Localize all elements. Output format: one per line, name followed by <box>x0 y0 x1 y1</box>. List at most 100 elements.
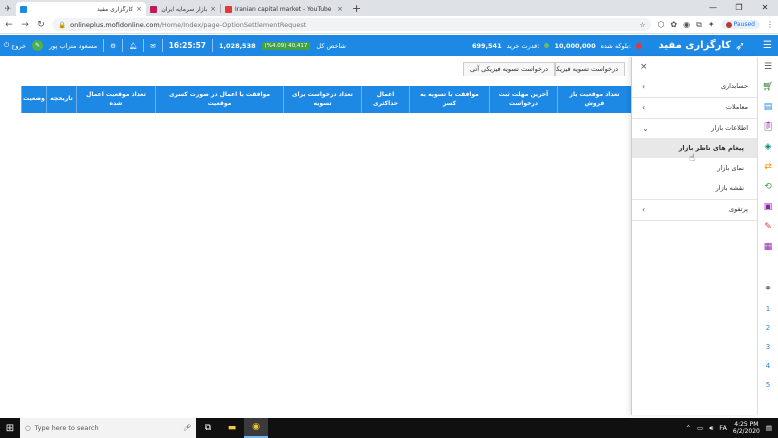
menu-item-label: پرتفوی <box>729 205 748 213</box>
mofid-favicon-icon <box>20 5 27 13</box>
watchlist-number[interactable]: 4 <box>758 356 778 375</box>
browser-tab-mofid[interactable]: کارگزاری مفید × <box>16 2 146 16</box>
pencil-icon[interactable]: ✎ <box>758 217 778 237</box>
column-header[interactable]: موافقت با تسویه به کسر <box>409 86 489 113</box>
close-panel-icon[interactable]: × <box>640 62 648 72</box>
mail-icon[interactable]: ✉ <box>150 42 155 50</box>
close-tab-icon[interactable]: × <box>337 5 343 13</box>
divider <box>632 220 758 221</box>
profile-paused-button[interactable]: Paused <box>720 20 760 29</box>
column-header[interactable]: تعداد موقعیت باز فروش <box>557 86 631 113</box>
menu-icon[interactable]: ☰ <box>758 57 778 77</box>
tag-icon[interactable]: ◈ <box>758 137 778 157</box>
extension-icon[interactable]: ⬡ <box>657 20 664 29</box>
settings-icon[interactable]: ⚙ <box>110 42 116 50</box>
brand-name: کارگزاری مفید <box>658 40 731 51</box>
exit-button[interactable]: ⏻ خروج <box>4 41 26 50</box>
hamburger-menu-icon[interactable]: ☰ <box>763 40 772 51</box>
menu-item-market-map[interactable]: نقشه بازار <box>632 178 758 198</box>
network-icon[interactable]: ▭ <box>697 424 703 432</box>
divider <box>143 39 145 52</box>
clipboard-icon[interactable]: 📋︎ <box>758 117 778 137</box>
index-change-badge: (%4.09) 40,417 <box>261 41 311 50</box>
chevron-down-icon: ⌄ <box>642 123 649 133</box>
new-tab-button[interactable]: + <box>347 2 366 16</box>
divider <box>122 39 123 52</box>
taskbar-search[interactable]: ○ Type here to search 🎤︎ <box>20 418 196 438</box>
extension-icon[interactable]: ⧉ <box>696 20 702 30</box>
menu-item-market-info[interactable]: ⌄ اطلاعات بازار <box>632 118 758 138</box>
tray-chevron-icon[interactable]: ⌃ <box>686 424 691 432</box>
edit-profile-icon[interactable]: ✎ <box>32 40 44 51</box>
column-header[interactable]: موافقت با اعمال در صورت کسری موقعیت <box>155 86 283 113</box>
taskbar-clock[interactable]: 4:25 PM 6/2/2020 <box>733 421 760 436</box>
grid-icon[interactable]: ▦ <box>758 237 778 257</box>
reload-icon[interactable]: ↻ <box>36 20 46 30</box>
microphone-icon[interactable]: 🎤︎ <box>183 424 191 432</box>
windows-start-icon[interactable]: ⊞ <box>0 423 20 434</box>
buying-power-label: قدرت خرید: <box>506 41 540 50</box>
url-host: onlineplus.mofidonline.com <box>70 20 160 29</box>
lock-icon: 🔒 <box>58 20 67 29</box>
menu-item-label: اطلاعات بازار <box>711 124 748 132</box>
tab-title: Iranian capital market - YouTube <box>235 5 332 13</box>
forward-icon[interactable]: → <box>20 20 30 30</box>
column-header[interactable]: اعمال حداکثری <box>361 86 409 113</box>
close-tab-icon[interactable]: × <box>210 5 216 13</box>
column-header[interactable]: آخرین مهلت ثبت درخواست <box>489 86 557 113</box>
back-icon[interactable]: ← <box>4 20 14 30</box>
window-controls: — ❐ ✕ <box>700 0 778 16</box>
column-header[interactable]: تعداد درخواست برای تسویه <box>283 86 361 113</box>
volume-icon[interactable]: 🔊︎ <box>709 424 713 433</box>
link-icon[interactable]: ⚭ <box>758 279 778 299</box>
chrome-icon[interactable]: ◉ <box>244 418 268 438</box>
file-explorer-icon[interactable]: ▬ <box>220 418 244 438</box>
message-icon[interactable]: ▣ <box>758 197 778 217</box>
clock-time: 4:25 PM <box>734 420 759 428</box>
menu-item-label: نمای بازار <box>717 164 744 172</box>
language-indicator[interactable]: FA <box>719 424 727 432</box>
watchlist-number[interactable]: 5 <box>758 375 778 394</box>
mouse-pointer-icon: ☝ <box>689 153 696 164</box>
exit-label: خروج <box>11 41 27 50</box>
extension-icon[interactable]: ◉ <box>683 20 690 29</box>
browser-tab-bourse[interactable]: بازار سرمایه ایران × <box>146 2 220 16</box>
index-label: شاخص کل <box>316 41 346 50</box>
watchlist-number[interactable]: 1 <box>758 299 778 318</box>
menu-item-label: حسابداری <box>720 82 748 90</box>
tab-options-settlement[interactable]: درخواست تسویه فیزیکی اختیار <box>555 62 626 76</box>
settlement-table-header: تعداد موقعیت باز فروش آخرین مهلت ثبت درخ… <box>21 86 631 113</box>
maximize-icon[interactable]: ❐ <box>726 0 752 16</box>
minimize-icon[interactable]: — <box>700 0 726 16</box>
cart-icon[interactable]: 🛒︎ <box>758 77 778 97</box>
right-icon-rail: ☰ 🛒︎ ▤ 📋︎ ◈ ⇄ ⟲ ▣ ✎ ▦ ⚭ 1 2 3 4 5 <box>757 57 778 415</box>
tab-futures-settlement[interactable]: درخواست تسویه فیزیکی آتی <box>463 62 556 76</box>
extension-icon[interactable]: ✿ <box>670 20 677 29</box>
watchlist-number[interactable]: 3 <box>758 337 778 356</box>
shuffle-icon[interactable]: ⇄ <box>758 157 778 177</box>
history-icon[interactable]: ⟲ <box>758 177 778 197</box>
chart-icon[interactable]: ▤ <box>758 97 778 117</box>
column-header[interactable]: وضعیت <box>21 86 46 113</box>
notification-icon[interactable]: ▤ <box>766 424 772 432</box>
column-header[interactable]: تاریخچه <box>46 86 76 113</box>
menu-item-label: پیغام های ناظر بازار <box>678 144 744 152</box>
bell-icon[interactable]: 🔔︎ <box>129 42 137 50</box>
watchlist-number[interactable]: 2 <box>758 318 778 337</box>
menu-item-trades[interactable]: ‹ معاملات <box>632 97 758 117</box>
address-bar[interactable]: 🔒 onlineplus.mofidonline.com/Home/Index/… <box>52 18 652 31</box>
extension-icon[interactable]: ✦ <box>708 20 715 29</box>
blocked-value: 10,000,000 <box>554 41 596 50</box>
system-tray: ⌃ ▭ 🔊︎ FA 4:25 PM 6/2/2020 ▤ <box>686 421 778 436</box>
close-window-icon[interactable]: ✕ <box>752 0 778 16</box>
menu-dots-icon[interactable]: ⋮ <box>766 20 774 29</box>
menu-item-accounting[interactable]: ‹ حسابداری <box>632 76 758 96</box>
task-view-icon[interactable]: ⧉ <box>196 418 220 438</box>
browser-tab-youtube[interactable]: Iranian capital market - YouTube × <box>221 2 347 16</box>
url-path: /Home/Index/page-OptionSettlementRequest <box>159 20 307 29</box>
bookmark-star-icon[interactable]: ☆ <box>640 21 646 29</box>
close-tab-icon[interactable]: × <box>136 5 142 13</box>
column-header[interactable]: تعداد موقعیت اعمال شده <box>76 86 155 113</box>
menu-item-label: معاملات <box>725 103 748 111</box>
menu-item-portfolio[interactable]: ‹ پرتفوی <box>632 199 758 219</box>
